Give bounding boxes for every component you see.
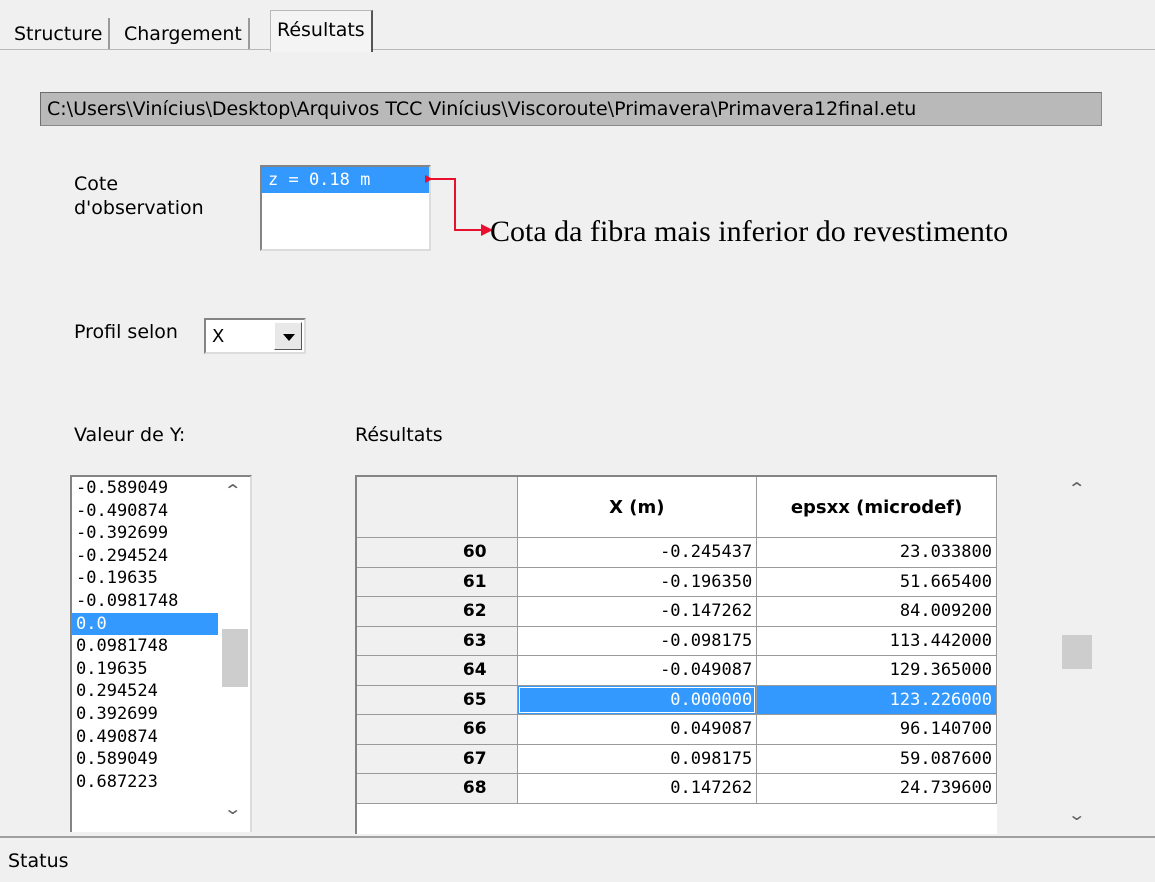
results-grid[interactable]: X (m) epsxx (microdef) 60 -0.245437 23.0… — [355, 475, 997, 834]
cell-epsxx[interactable]: 113.442000 — [756, 626, 997, 656]
cell-x[interactable]: -0.049087 — [517, 655, 758, 686]
cell-epsxx[interactable]: 96.140700 — [756, 714, 997, 745]
status-bar: Status — [0, 836, 1155, 882]
chevron-down-icon[interactable]: ⌄ — [1067, 805, 1086, 824]
cell-epsxx[interactable]: 23.033800 — [756, 537, 997, 568]
cell-x-selected[interactable]: 0.000000 — [517, 685, 758, 715]
table-row[interactable]: 66 0.049087 96.140700 — [357, 714, 997, 745]
cell-x[interactable]: -0.098175 — [517, 626, 758, 656]
triangle-down-icon[interactable] — [274, 322, 302, 350]
chevron-down-icon[interactable]: ⌄ — [223, 799, 242, 818]
table-row[interactable]: 62 -0.147262 84.009200 — [357, 596, 997, 627]
table-row[interactable]: 64 -0.049087 129.365000 — [357, 655, 997, 686]
tab-structure[interactable]: Structure — [8, 18, 111, 50]
cell-epsxx[interactable]: 24.739600 — [756, 773, 997, 804]
row-header: 66 — [357, 714, 518, 745]
row-header: 68 — [357, 773, 518, 804]
cell-epsxx[interactable]: 129.365000 — [756, 655, 997, 686]
annotation-arrow-icon — [425, 175, 493, 236]
status-text: Status — [8, 850, 69, 872]
cell-epsxx[interactable]: 51.665400 — [756, 567, 997, 597]
row-header: 61 — [357, 567, 518, 597]
tab-chargement[interactable]: Chargement — [118, 18, 250, 50]
row-header: 62 — [357, 596, 518, 627]
cote-label-line1: Cote — [74, 173, 119, 195]
cote-listbox[interactable]: z = 0.18 m — [260, 165, 431, 251]
cell-x[interactable]: -0.245437 — [517, 537, 758, 568]
file-path-field: C:\Users\Vinícius\Desktop\Arquivos TCC V… — [40, 92, 1102, 126]
row-header: 60 — [357, 537, 518, 568]
profil-dropdown[interactable]: X — [204, 318, 306, 354]
cote-item-selected[interactable]: z = 0.18 m — [262, 167, 429, 193]
column-header-index — [357, 477, 518, 538]
column-header-x[interactable]: X (m) — [517, 477, 758, 538]
table-row[interactable]: 63 -0.098175 113.442000 — [357, 626, 997, 656]
cell-x[interactable]: 0.147262 — [517, 773, 758, 804]
scrollbar-thumb[interactable] — [222, 629, 248, 687]
table-row[interactable]: 60 -0.245437 23.033800 — [357, 537, 997, 568]
results-scrollbar[interactable]: ⌃ ⌄ — [1058, 475, 1098, 832]
cell-epsxx[interactable]: 59.087600 — [756, 744, 997, 774]
y-values-label: Valeur de Y: — [74, 424, 186, 446]
y-values-scrollbar[interactable]: ⌃ ⌄ — [218, 477, 250, 832]
annotation-text: Cota da fibra mais inferior do revestime… — [490, 215, 1009, 248]
results-label: Résultats — [355, 424, 443, 446]
chevron-up-icon[interactable]: ⌃ — [1067, 479, 1086, 498]
tab-resultats[interactable]: Résultats — [270, 10, 373, 52]
row-header: 67 — [357, 744, 518, 774]
column-header-epsxx[interactable]: epsxx (microdef) — [756, 477, 997, 538]
results-table: X (m) epsxx (microdef) 60 -0.245437 23.0… — [357, 477, 997, 804]
cell-x[interactable]: 0.098175 — [517, 744, 758, 774]
chevron-up-icon[interactable]: ⌃ — [223, 481, 242, 500]
cote-label-line2: d'observation — [74, 197, 204, 219]
y-values-listbox[interactable]: -0.589049 -0.490874 -0.392699 -0.294524 … — [70, 475, 252, 832]
row-header: 65 — [357, 685, 518, 715]
cell-epsxx-selected[interactable]: 123.226000 — [756, 685, 997, 715]
row-header: 63 — [357, 626, 518, 656]
table-row[interactable]: 67 0.098175 59.087600 — [357, 744, 997, 774]
table-row[interactable]: 68 0.147262 24.739600 — [357, 773, 997, 804]
profil-dropdown-value: X — [212, 326, 225, 347]
tab-panel-border — [0, 49, 1155, 50]
table-row[interactable]: 61 -0.196350 51.665400 — [357, 567, 997, 597]
table-row-selected[interactable]: 65 0.000000 123.226000 — [357, 685, 997, 715]
cell-x[interactable]: 0.049087 — [517, 714, 758, 745]
cote-label: Cote d'observation — [74, 172, 204, 220]
table-header-row: X (m) epsxx (microdef) — [357, 477, 997, 538]
cell-epsxx[interactable]: 84.009200 — [756, 596, 997, 627]
row-header: 64 — [357, 655, 518, 686]
scrollbar-thumb[interactable] — [1062, 635, 1092, 669]
cell-x[interactable]: -0.196350 — [517, 567, 758, 597]
cell-x[interactable]: -0.147262 — [517, 596, 758, 627]
profil-label: Profil selon — [74, 321, 178, 343]
